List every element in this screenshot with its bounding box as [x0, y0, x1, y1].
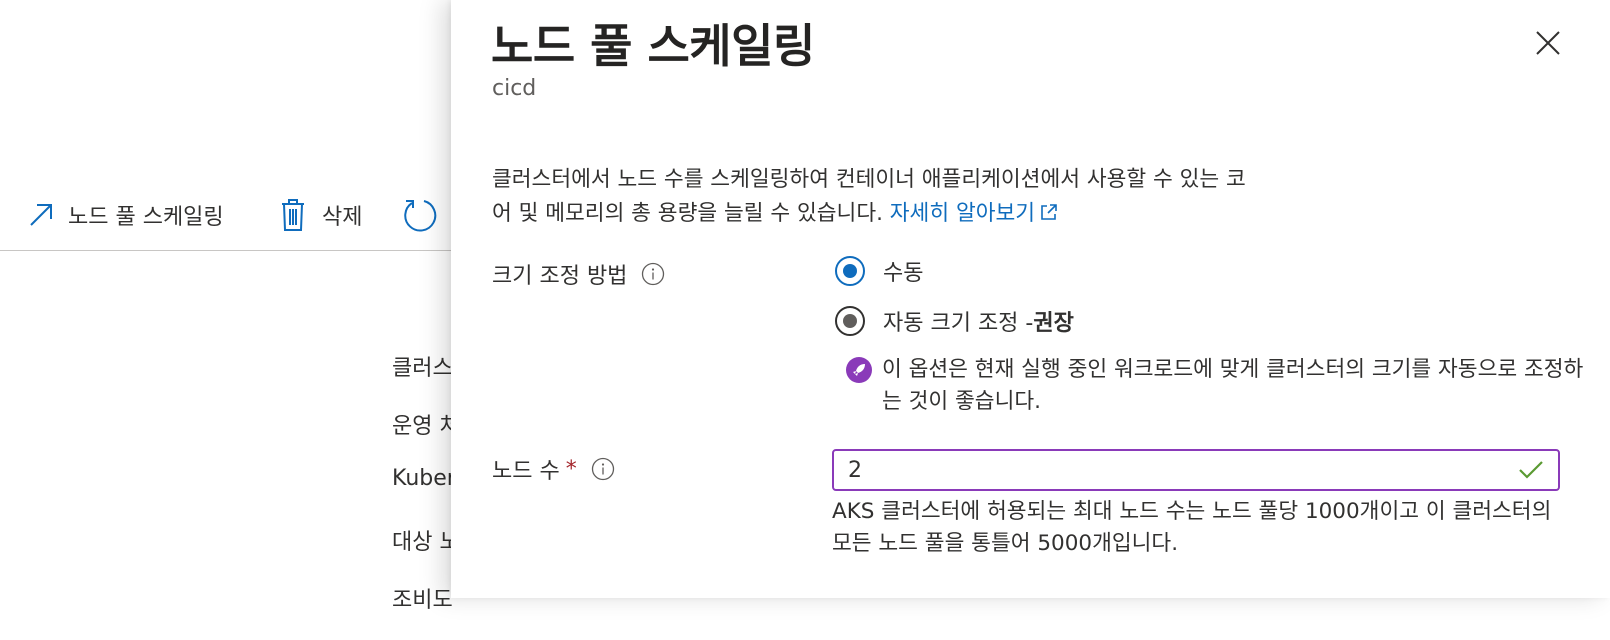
scale-node-pool-button[interactable]: 노드 풀 스케일링 [28, 190, 224, 240]
required-mark: * [565, 456, 577, 482]
refresh-button[interactable] [402, 190, 438, 240]
node-count-value[interactable]: 2 [848, 458, 1518, 483]
trash-icon [282, 199, 304, 231]
background-list-item: 클러스 [392, 356, 453, 381]
background-toolbar: 노드 풀 스케일링 삭제 [0, 190, 460, 251]
background-list-item: 대상 노 [392, 530, 460, 555]
delete-label: 삭제 [322, 205, 363, 230]
panel-title: 노드 풀 스케일링 [491, 19, 815, 73]
scale-node-pool-panel: 노드 풀 스케일링 cicd 클러스터에서 노드 수를 스케일링하여 컨테이너 … [451, 0, 1610, 598]
scale-node-pool-label: 노드 풀 스케일링 [68, 205, 224, 230]
refresh-icon [404, 200, 437, 232]
background-properties-list: 클러스 운영 처 Kuber 대상 노 조비도 [392, 350, 460, 640]
radio-autoscale-recommended: 권장 [1033, 311, 1074, 336]
node-count-input[interactable]: 2 [832, 449, 1560, 491]
description-text: 클러스터에서 노드 수를 스케일링하여 컨테이너 애플리케이션에서 사용할 수 … [492, 167, 1246, 226]
background-list-item: 운영 처 [392, 414, 460, 439]
panel-description: 클러스터에서 노드 수를 스케일링하여 컨테이너 애플리케이션에서 사용할 수 … [492, 163, 1252, 231]
radio-autoscale-circle[interactable] [835, 306, 865, 336]
node-count-text: 노드 수 [492, 459, 560, 484]
radio-autoscale[interactable]: 자동 크기 조정 - 권장 [835, 305, 1074, 337]
radio-manual[interactable]: 수동 [835, 255, 923, 287]
scale-method-text: 크기 조정 방법 [492, 264, 628, 289]
radio-manual-label: 수동 [883, 261, 924, 286]
radio-manual-circle[interactable] [835, 256, 865, 286]
radio-autoscale-label: 자동 크기 조정 - [883, 311, 1034, 336]
external-link-icon [1041, 204, 1057, 220]
info-icon[interactable] [641, 262, 665, 286]
node-count-help-text: AKS 클러스터에 허용되는 최대 노드 수는 노드 풀당 1000개이고 이 … [832, 499, 1552, 556]
arrow-up-right-icon [30, 204, 52, 226]
background-list-item: Kuber [392, 466, 456, 491]
background-list-item: 조비도 [392, 588, 453, 613]
panel-subtitle: cicd [492, 76, 537, 101]
checkmark-icon [1519, 461, 1543, 479]
delete-button[interactable]: 삭제 [280, 190, 362, 240]
rocket-icon [846, 357, 872, 383]
learn-more-link[interactable]: 자세히 알아보기 [890, 201, 1059, 226]
autoscale-hint: 이 옵션은 현재 실행 중인 워크로드에 맞게 클러스터의 크기를 자동으로 조… [846, 354, 1602, 418]
node-count-label: 노드 수 * [492, 453, 615, 485]
close-icon[interactable] [1531, 26, 1565, 60]
learn-more-label: 자세히 알아보기 [889, 201, 1036, 226]
info-icon[interactable] [591, 457, 615, 481]
autoscale-hint-text: 이 옵션은 현재 실행 중인 워크로드에 맞게 클러스터의 크기를 자동으로 조… [882, 357, 1584, 414]
scale-method-label: 크기 조정 방법 [492, 258, 665, 290]
